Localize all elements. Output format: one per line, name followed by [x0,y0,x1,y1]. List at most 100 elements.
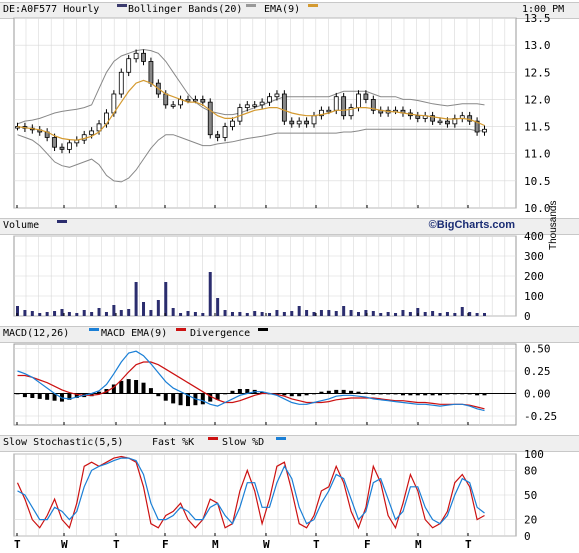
divergence-bar [200,393,205,405]
price-candle [363,93,369,100]
price-candle [296,120,302,125]
volume-bar [164,282,168,316]
volume-bar [90,312,94,316]
volume-bar [23,310,27,316]
price-candle [193,99,198,102]
price-candle [230,120,235,127]
volume-bar [297,306,301,316]
divergence-bar [15,393,20,395]
stoch-y-tick-label: 0 [524,530,531,543]
divergence-bar [237,389,242,394]
price-candle [141,52,146,62]
price-candle [185,99,191,102]
volume-bar [431,311,435,316]
volume-bar [38,313,42,316]
price-candle [356,93,361,108]
volume-bar [119,310,123,316]
price-candle [304,120,309,125]
volume-bar [438,313,442,316]
divergence-bar [452,393,457,395]
volume-bar [327,310,331,316]
divergence-bar [393,393,398,395]
price-y-tick-label: 11.5 [524,121,551,134]
divergence-bar [326,390,331,394]
price-candle [66,142,72,150]
volume-bar [379,313,383,316]
price-candle [207,101,213,136]
divergence-bar [178,393,183,406]
price-candle [126,58,132,73]
volume-bar [401,310,405,316]
price-candle [222,126,228,138]
divergence-bar [408,393,413,396]
divergence-bar [415,393,420,396]
price-candle [170,104,176,107]
price-candle [311,115,317,125]
price-candle [148,61,154,84]
x-tick-label: T [113,538,120,551]
volume-bar [104,312,108,316]
volume-bar [356,312,360,316]
volume-bar [45,312,49,316]
divergence-bar [141,382,146,394]
divergence-bar [356,391,361,394]
volume-bar [238,312,242,316]
volume-bar [179,313,183,316]
divergence-bar [460,393,465,395]
volume-bar [193,312,197,316]
divergence-bar [363,392,368,394]
divergence-bar [341,389,346,394]
price-y-tick-label: 13.5 [524,12,551,25]
price-candle [200,99,206,103]
divergence-bar [230,390,235,394]
price-y-tick-label: 10.0 [524,202,551,215]
divergence-bar [349,390,354,394]
price-y-tick-label: 11.0 [524,148,551,161]
x-tick-label: T [465,538,472,551]
x-tick-label: F [162,538,169,551]
divergence-bar [467,393,472,395]
volume-bar [97,308,101,316]
price-candle [244,104,250,108]
price-candle [59,146,65,150]
divergence-bar [297,393,302,397]
volume-bar [423,312,427,316]
price-candle [281,93,287,122]
volume-bar [260,312,264,316]
volume-bar [445,312,449,316]
volume-bar [156,300,160,316]
volume-bar [268,313,272,316]
divergence-bar [37,393,42,399]
divergence-bar [223,393,228,395]
volume-bar [230,312,234,316]
price-candle [333,96,339,111]
volume-bar [460,307,464,316]
volume-bar [223,310,227,316]
volume-bar [253,311,257,316]
volume-bar [312,312,316,316]
divergence-bar [289,393,294,397]
price-candle [445,120,450,125]
stoch-y-tick-label: 20 [524,514,537,527]
price-y-tick-label: 12.0 [524,93,551,106]
price-candle [267,96,272,103]
volume-bar [334,311,338,316]
x-tick-label: T [313,538,320,551]
volume-y-tick-label: 0 [524,310,531,323]
divergence-bar [386,393,391,395]
volume-y-tick-label: 300 [524,250,544,263]
divergence-bar [438,393,443,396]
price-candle [163,93,169,106]
stoch-y-tick-label: 100 [524,448,544,461]
volume-bar [290,311,294,316]
divergence-bar [97,391,102,394]
price-candle [252,104,258,107]
price-candle [437,120,443,124]
price-y-tick-label: 13.0 [524,39,551,52]
volume-bar [319,310,323,316]
volume-bar [371,311,375,316]
volume-bar [468,312,472,316]
panel-frame [13,17,517,209]
divergence-bar [119,380,124,394]
divergence-bar [319,391,324,394]
